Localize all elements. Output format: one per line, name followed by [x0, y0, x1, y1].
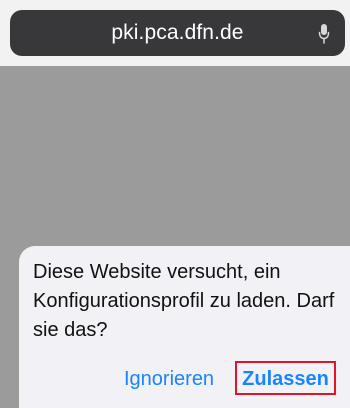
browser-toolbar: pki.pca.dfn.de [0, 0, 350, 66]
alert-message: Diese Website versucht, ein Konfiguratio… [33, 261, 335, 341]
address-bar[interactable]: pki.pca.dfn.de [10, 10, 345, 56]
ignore-button[interactable]: Ignorieren [124, 364, 214, 394]
url-text[interactable]: pki.pca.dfn.de [10, 10, 345, 56]
microphone-icon[interactable] [317, 23, 331, 45]
alert-actions: Ignorieren Zulassen [19, 361, 350, 395]
allow-button[interactable]: Zulassen [235, 361, 336, 395]
configuration-profile-alert: Diese Website versucht, ein Konfiguratio… [19, 246, 350, 408]
